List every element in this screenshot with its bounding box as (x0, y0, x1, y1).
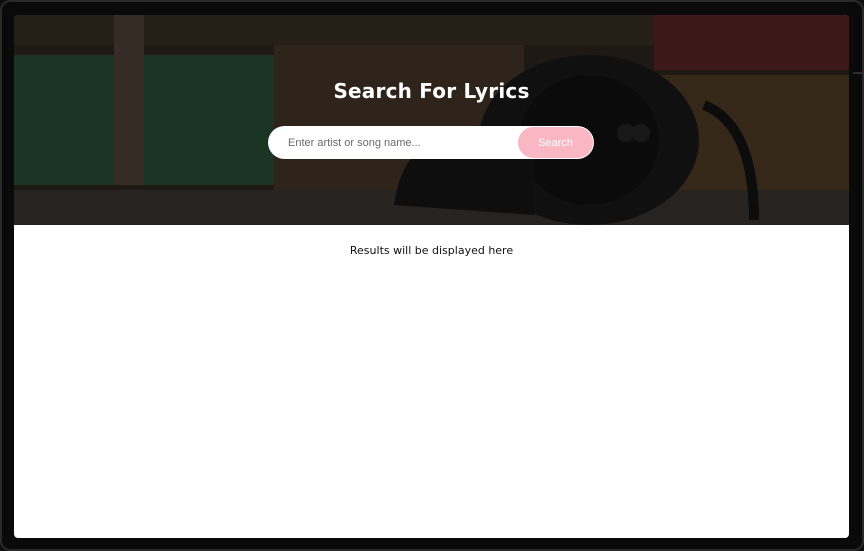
search-bar: Search (268, 126, 594, 159)
search-button[interactable]: Search (518, 127, 593, 158)
search-input[interactable] (268, 126, 518, 159)
app-window: Search For Lyrics Search Results will be… (0, 0, 864, 551)
results-placeholder: Results will be displayed here (349, 244, 514, 257)
hero-banner: Search For Lyrics Search (14, 15, 849, 225)
page-title: Search For Lyrics (333, 79, 530, 103)
page-viewport: Search For Lyrics Search Results will be… (14, 15, 849, 538)
window-edge-divider (853, 72, 864, 74)
hero-dark-overlay (14, 15, 849, 225)
